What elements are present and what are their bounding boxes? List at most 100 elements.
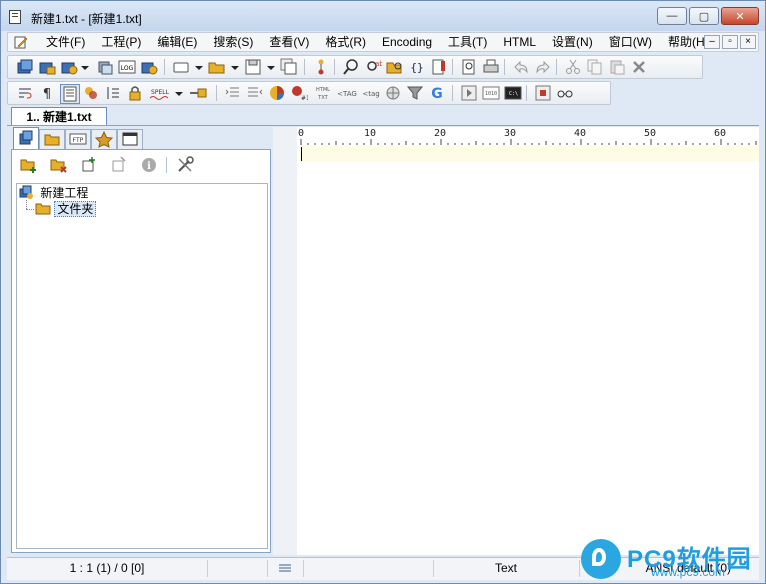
splitter[interactable] xyxy=(273,127,297,555)
indent-icon[interactable] xyxy=(224,84,242,102)
mdi-minimize-button[interactable]: – xyxy=(704,35,720,49)
binary-icon[interactable]: 1010 xyxy=(482,84,500,102)
menu-item-2[interactable]: 编辑(E) xyxy=(149,35,205,50)
text-editor[interactable]: 0 10 20 30 40 50 60 xyxy=(297,127,759,555)
cut-icon[interactable] xyxy=(564,58,582,76)
find-icon[interactable] xyxy=(342,58,360,76)
folder-tab[interactable] xyxy=(39,129,65,149)
new-file-icon[interactable] xyxy=(172,58,190,76)
tree-item-project[interactable]: 新建工程 xyxy=(19,185,90,201)
undo-icon[interactable] xyxy=(512,58,530,76)
copy-icon[interactable] xyxy=(586,58,604,76)
project-pane: i 新建工程 文件夹 xyxy=(11,149,271,553)
replace-icon[interactable]: ab xyxy=(364,58,382,76)
spell-icon[interactable]: SPELL xyxy=(148,84,172,102)
find-in-files-icon[interactable] xyxy=(386,58,404,76)
menu-item-6[interactable]: Encoding xyxy=(374,35,440,50)
glasses-icon[interactable] xyxy=(556,84,574,102)
log-icon[interactable]: LOG xyxy=(118,58,136,76)
add-file-icon[interactable] xyxy=(80,156,98,174)
menu-item-1[interactable]: 工程(P) xyxy=(93,35,149,50)
record-icon[interactable] xyxy=(534,84,552,102)
menu-item-10[interactable]: 窗口(W) xyxy=(601,35,660,50)
ruler-number: 20 xyxy=(434,128,447,139)
close-button[interactable]: ✕ xyxy=(721,7,759,25)
menu-item-4[interactable]: 查看(V) xyxy=(261,35,317,50)
play-icon[interactable] xyxy=(460,84,478,102)
column-icon[interactable] xyxy=(104,84,122,102)
filter-icon[interactable] xyxy=(406,84,424,102)
ansi-icon[interactable]: #10 xyxy=(290,84,308,102)
mdi-restore-button[interactable]: ▫ xyxy=(722,35,738,49)
save-project-icon[interactable] xyxy=(60,58,78,76)
dropdown-icon[interactable] xyxy=(80,58,90,76)
mode-status[interactable]: Text xyxy=(433,560,580,577)
menu-item-8[interactable]: HTML xyxy=(495,35,544,50)
minimize-button[interactable]: — xyxy=(657,7,687,25)
print-icon[interactable] xyxy=(482,58,500,76)
color-icon[interactable] xyxy=(82,84,100,102)
svg-text:ab: ab xyxy=(375,60,382,68)
main-window: 新建1.txt - [新建1.txt] — ▢ ✕ 文件(F) 工程(P) 编辑(E… xyxy=(0,0,766,584)
wrap-icon[interactable] xyxy=(16,84,34,102)
ftp-tab[interactable]: FTP xyxy=(65,129,91,149)
print-preview-icon[interactable] xyxy=(460,58,478,76)
tree-item-folder[interactable]: 文件夹 xyxy=(35,201,97,217)
dropdown-icon[interactable] xyxy=(230,58,240,76)
redo-icon[interactable] xyxy=(534,58,552,76)
dropdown-icon[interactable] xyxy=(194,58,204,76)
lock-icon[interactable] xyxy=(126,84,144,102)
dropdown-icon[interactable] xyxy=(174,84,184,102)
tag-lower-icon[interactable]: <tag xyxy=(360,84,382,102)
tag-icon[interactable]: <TAG xyxy=(336,84,358,102)
open-project-icon[interactable] xyxy=(38,58,56,76)
settings-project-icon[interactable] xyxy=(140,58,158,76)
svg-text:<TAG: <TAG xyxy=(337,90,357,98)
remove-file-icon[interactable] xyxy=(110,156,128,174)
web-icon[interactable] xyxy=(384,84,402,102)
brackets-icon[interactable]: {} xyxy=(408,58,426,76)
pilcrow-icon[interactable]: ¶ xyxy=(38,84,56,102)
tree-icon[interactable] xyxy=(312,58,330,76)
ftp-icon: FTP xyxy=(69,133,87,145)
ruler: 0 10 20 30 40 50 60 xyxy=(297,127,759,145)
star-icon xyxy=(94,130,114,148)
save-all-icon[interactable] xyxy=(280,58,298,76)
console-icon[interactable]: C:\ xyxy=(504,84,522,102)
document-tab[interactable]: 1.. 新建1.txt xyxy=(11,107,107,126)
title-bar[interactable]: 新建1.txt - [新建1.txt] — ▢ ✕ xyxy=(1,1,765,31)
menu-item-0[interactable]: 文件(F) xyxy=(38,35,93,50)
save-icon[interactable] xyxy=(244,58,262,76)
new-project-icon[interactable] xyxy=(16,58,34,76)
chart-icon[interactable] xyxy=(268,84,286,102)
dropdown-icon[interactable] xyxy=(266,58,276,76)
tools-icon[interactable] xyxy=(176,156,194,174)
menu-item-3[interactable]: 搜索(S) xyxy=(205,35,261,50)
menu-item-5[interactable]: 格式(R) xyxy=(317,35,374,50)
menu-item-9[interactable]: 设置(N) xyxy=(544,35,601,50)
google-icon[interactable]: G xyxy=(428,84,446,102)
add-folder-icon[interactable] xyxy=(20,156,38,174)
wrap-status[interactable] xyxy=(267,560,304,577)
html-txt-icon[interactable]: HTML TXT xyxy=(312,84,334,102)
restore-button[interactable]: ▢ xyxy=(689,7,719,25)
open-file-icon[interactable] xyxy=(208,58,226,76)
bookmark-icon[interactable] xyxy=(430,58,448,76)
paste-icon[interactable] xyxy=(608,58,626,76)
svg-text:1010: 1010 xyxy=(485,91,497,97)
project-tab[interactable] xyxy=(13,127,39,149)
app-icon xyxy=(9,10,21,24)
menu-item-7[interactable]: 工具(T) xyxy=(440,35,495,50)
outdent-icon[interactable] xyxy=(246,84,264,102)
favorites-tab[interactable] xyxy=(91,129,117,149)
svg-text:{}: {} xyxy=(410,61,423,74)
tree-item-label: 文件夹 xyxy=(54,201,97,217)
remove-folder-icon[interactable] xyxy=(50,156,68,174)
text-mode-icon[interactable] xyxy=(60,84,80,104)
mdi-close-button[interactable]: × xyxy=(740,35,756,49)
window-tab[interactable] xyxy=(117,129,143,149)
delete-icon[interactable] xyxy=(630,58,648,76)
copy-project-icon[interactable] xyxy=(96,58,114,76)
info-icon[interactable]: i xyxy=(140,156,158,174)
pin-icon[interactable] xyxy=(188,84,210,102)
